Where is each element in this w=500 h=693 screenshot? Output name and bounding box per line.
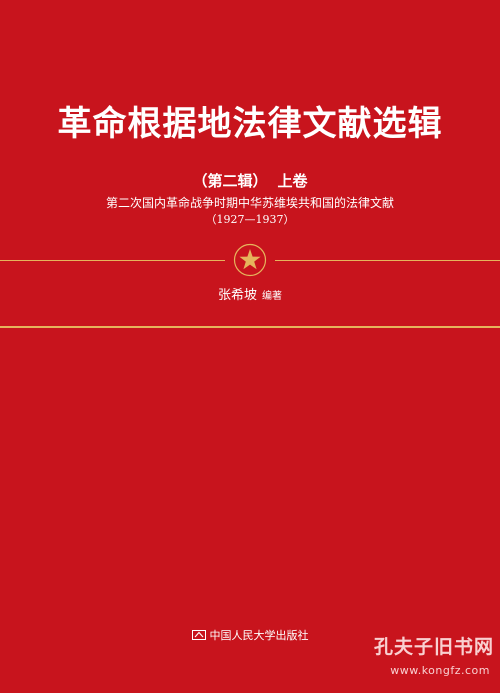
book-title: 革命根据地法律文献选辑 <box>57 104 443 144</box>
book-cover: 革命根据地法律文献选辑 （第二辑） 上卷 第二次国内革命战争时期中华苏维埃共和国的… <box>0 0 500 693</box>
year-range: （1927—1937） <box>205 213 295 226</box>
watermark-logo: 孔夫子旧书网 <box>373 636 494 658</box>
publisher-logo-icon <box>191 630 206 640</box>
volume-part: 上卷 <box>277 172 308 190</box>
decorative-rule-right <box>275 260 500 261</box>
book-subtitle: 第二次国内革命战争时期中华苏维埃共和国的法律文献 <box>105 196 394 210</box>
author-role: 编著 <box>262 291 282 302</box>
watermark-url: www.kongfz.com <box>390 664 490 677</box>
author-name: 张希坡 <box>217 288 257 303</box>
star-emblem-icon <box>233 243 267 277</box>
publisher-name: 中国人民大学出版社 <box>209 629 309 642</box>
volume-series: （第二辑） <box>192 172 268 190</box>
author-line: 张希坡 编著 <box>0 288 500 305</box>
decorative-rule-left <box>0 260 225 261</box>
decorative-rule-bottom <box>0 326 500 328</box>
volume-line: （第二辑） 上卷 <box>0 172 500 190</box>
